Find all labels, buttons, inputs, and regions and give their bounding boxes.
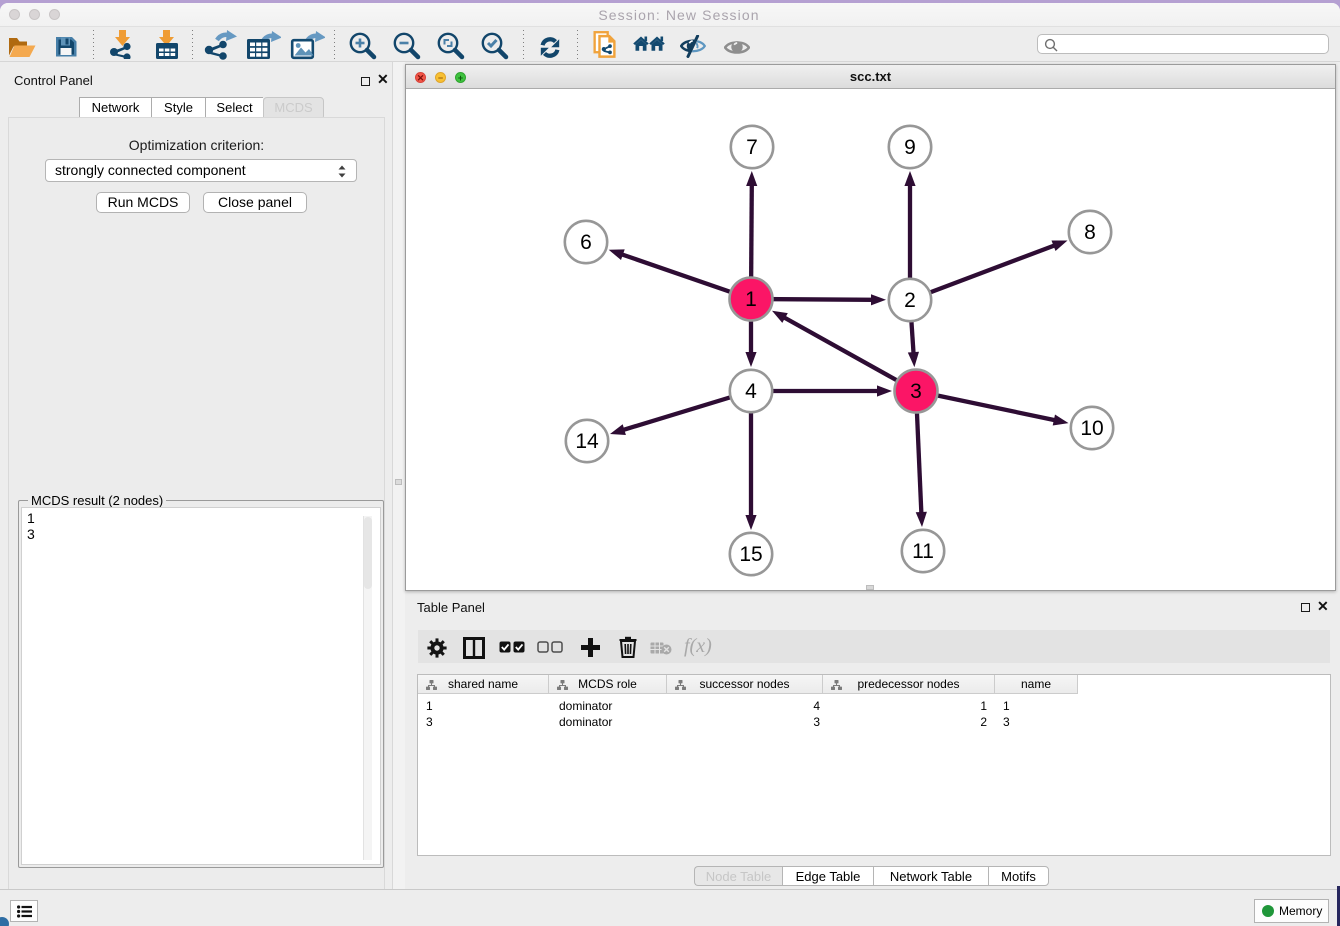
svg-text:3: 3 <box>910 380 922 403</box>
svg-text:8: 8 <box>1084 221 1096 244</box>
svg-text:6: 6 <box>580 231 592 254</box>
svg-text:10: 10 <box>1080 417 1103 440</box>
svg-text:4: 4 <box>745 380 757 403</box>
svg-text:1: 1 <box>745 288 757 311</box>
svg-text:15: 15 <box>739 543 762 566</box>
svg-text:9: 9 <box>904 136 916 159</box>
svg-text:14: 14 <box>575 430 599 453</box>
svg-text:11: 11 <box>912 540 934 563</box>
svg-text:7: 7 <box>746 136 758 159</box>
svg-text:2: 2 <box>904 289 916 312</box>
